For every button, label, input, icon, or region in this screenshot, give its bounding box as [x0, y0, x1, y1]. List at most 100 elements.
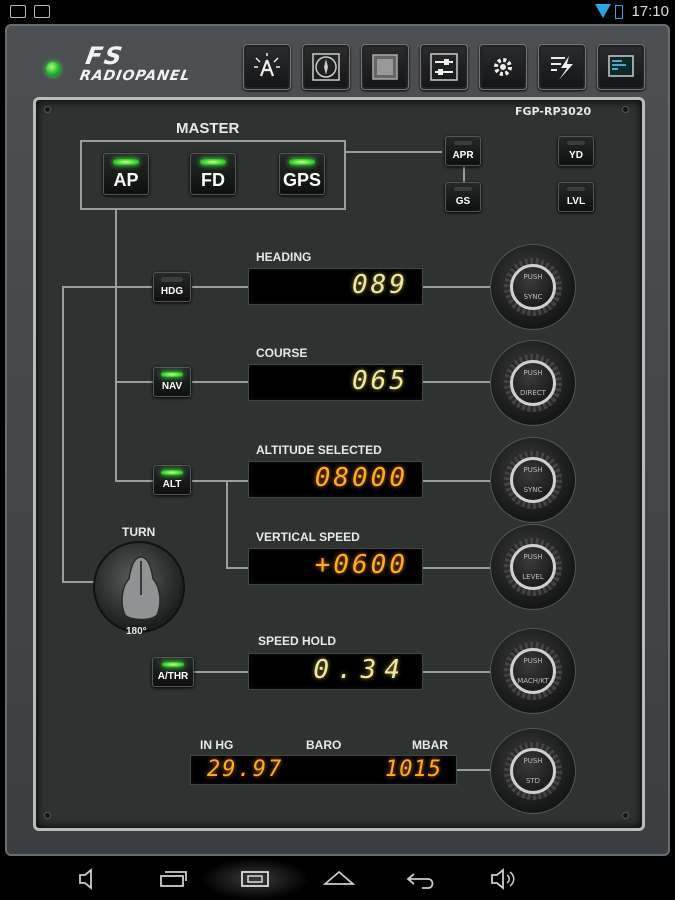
connector-line [62, 581, 94, 583]
fd-button-label: FD [201, 170, 225, 190]
connector-line [115, 381, 153, 383]
mbar-value: 1015 [385, 757, 442, 782]
connector-line [226, 567, 248, 569]
altitude-label: ALTITUDE SELECTED [256, 443, 382, 457]
compass-icon [312, 53, 340, 81]
course-value: 065 [352, 366, 408, 396]
sliders-button[interactable] [420, 44, 468, 90]
lightning-button[interactable] [538, 44, 586, 90]
gps-button-label: GPS [282, 170, 321, 190]
vertical-speed-knob[interactable]: PUSH LEVEL [490, 524, 576, 610]
logo-radiopanel: RADIOPANEL [78, 68, 192, 84]
connector-line [115, 210, 117, 480]
connector-line [192, 286, 248, 288]
notification-mail-icon [34, 5, 50, 18]
connector-line [423, 671, 491, 673]
gps-button[interactable]: GPS [279, 153, 325, 195]
connector-line [62, 286, 152, 288]
speed-hold-value: 0.34 [313, 655, 408, 685]
autopilot-button[interactable] [243, 44, 291, 90]
master-label: MASTER [176, 120, 240, 137]
home-button[interactable] [322, 866, 356, 892]
fd-button[interactable]: FD [190, 153, 236, 195]
screw [622, 106, 629, 113]
lvl-button[interactable]: LVL [558, 182, 594, 212]
model-label: FGP-RP3020 [515, 105, 592, 118]
wifi-icon [595, 4, 611, 18]
ap-button-label: AP [113, 170, 139, 190]
vertical-speed-label: VERTICAL SPEED [256, 530, 360, 544]
altitude-value: 08000 [314, 463, 408, 493]
heading-knob[interactable]: PUSH SYNC [490, 244, 576, 330]
yd-led [567, 141, 585, 145]
athr-button[interactable]: A/THR [152, 657, 194, 687]
settings-gear-icon [494, 58, 512, 76]
nav-button-label: NAV [161, 381, 183, 392]
hdg-button[interactable]: HDG [153, 272, 191, 302]
screenshot-button[interactable] [238, 866, 272, 892]
speed-hold-label: SPEED HOLD [258, 634, 337, 648]
home-icon [322, 870, 356, 885]
altitude-display: 08000 [248, 461, 423, 498]
ap-led [113, 159, 139, 165]
baro-knob[interactable]: PUSH STD [490, 728, 576, 814]
apr-button-label: APR [452, 150, 474, 161]
lightning-icon [551, 56, 573, 80]
course-knob[interactable]: PUSH DIRECT [490, 340, 576, 426]
autopilot-icon [254, 53, 280, 77]
status-time: 17:10 [631, 3, 669, 20]
recent-apps-button[interactable] [156, 866, 190, 892]
back-button[interactable] [404, 866, 438, 892]
screw [44, 812, 51, 819]
connector-line [115, 480, 153, 482]
altitude-knob[interactable]: PUSH SYNC [490, 437, 576, 523]
athr-button-label: A/THR [157, 671, 189, 682]
mbar-label: MBAR [412, 738, 448, 752]
fd-led [200, 159, 226, 165]
connector-line [192, 480, 248, 482]
speed-hold-knob[interactable]: PUSH MACH/KT [490, 628, 576, 714]
inhg-label: IN HG [200, 738, 234, 752]
lvl-led [567, 187, 585, 191]
gs-button[interactable]: GS [445, 182, 481, 212]
compass-button[interactable] [302, 44, 350, 90]
vertical-speed-value: +0600 [314, 550, 408, 580]
connector-line [194, 671, 248, 673]
heading-value: 089 [352, 270, 408, 300]
volume-down-button[interactable] [72, 866, 106, 892]
volume-up-button[interactable] [486, 866, 520, 892]
connector-line [346, 151, 442, 153]
gs-led [454, 187, 472, 191]
yd-button[interactable]: YD [558, 136, 594, 166]
heading-label: HEADING [256, 250, 312, 264]
baro-label: BARO [306, 738, 342, 752]
ap-button[interactable]: AP [103, 153, 149, 195]
course-label: COURSE [256, 346, 308, 360]
connector-line [457, 769, 491, 771]
volume-down-icon [79, 868, 92, 890]
connector-line [423, 286, 491, 288]
sliders-icon [430, 53, 458, 81]
nav-button[interactable]: NAV [153, 367, 191, 397]
logo-fs: FS [83, 42, 127, 70]
monitor-button[interactable] [597, 44, 645, 90]
speed-hold-display: 0.34 [248, 653, 423, 690]
athr-led [162, 662, 184, 667]
settings-button[interactable] [479, 44, 527, 90]
course-display: 065 [248, 364, 423, 401]
gs-button-label: GS [455, 196, 471, 207]
turn-knob[interactable] [93, 541, 185, 633]
alt-button[interactable]: ALT [153, 465, 191, 495]
yd-button-label: YD [569, 150, 583, 161]
screw [44, 106, 51, 113]
back-icon [406, 873, 434, 889]
monitor-icon [608, 55, 634, 77]
alt-button-label: ALT [162, 479, 182, 490]
notification-image-icon [10, 5, 26, 18]
hdg-button-label: HDG [160, 286, 184, 297]
apr-button[interactable]: APR [445, 136, 481, 166]
display-button[interactable] [361, 44, 409, 90]
lvl-button-label: LVL [566, 196, 586, 207]
volume-up-icon [491, 868, 515, 890]
hdg-led [161, 277, 183, 282]
